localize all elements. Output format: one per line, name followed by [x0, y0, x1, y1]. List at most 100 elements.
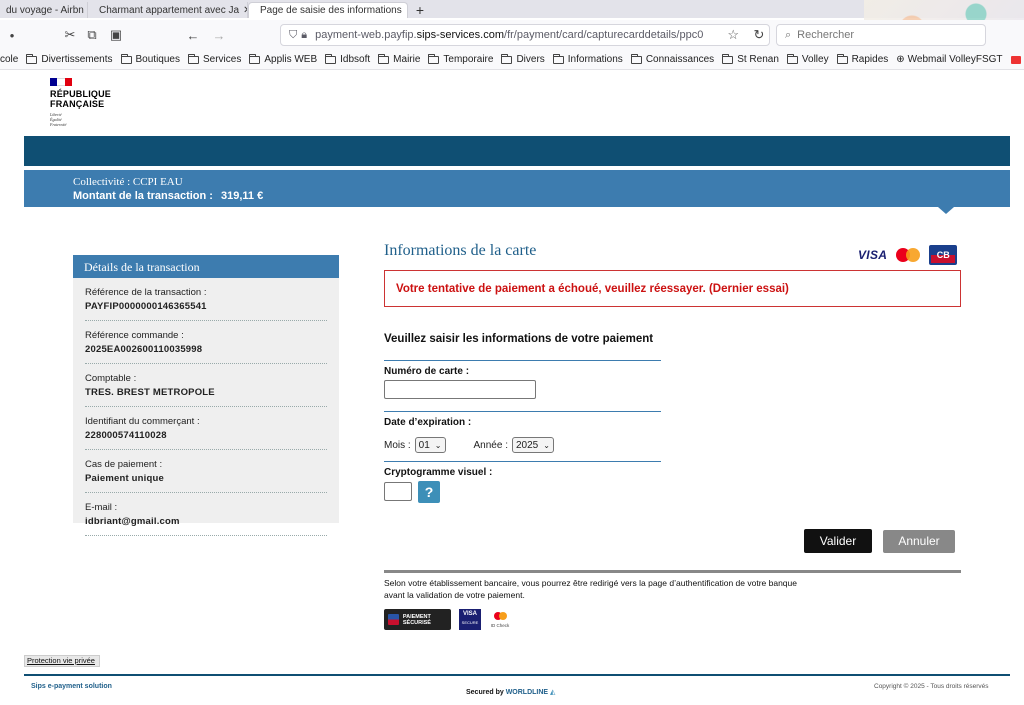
- folder-icon: [552, 53, 564, 64]
- new-tab-button[interactable]: +: [408, 2, 432, 18]
- copy-icon[interactable]: ⧉: [80, 27, 104, 43]
- footer-sips: Sips e-payment solution: [31, 683, 112, 690]
- paste-icon[interactable]: ▣: [104, 27, 128, 43]
- bookmark-item[interactable]: St Renan: [722, 53, 779, 65]
- mastercard-icon: [896, 248, 921, 262]
- cursor-icon: •: [9, 27, 15, 43]
- bookmark-label: Informations: [567, 54, 623, 65]
- address-bar[interactable]: ⛉ 🔒︎ payment-web.payfip. sips-services.co…: [280, 24, 770, 46]
- month-select[interactable]: 01 ⌄: [414, 437, 446, 453]
- card-info-title: Informations de la carte: [384, 242, 537, 259]
- url-prefix: payment-web.payfip.: [315, 29, 417, 41]
- year-select[interactable]: 2025 ⌄: [511, 437, 554, 453]
- collectivite: Collectivité : CCPI EAU: [73, 176, 183, 188]
- browser-nav-bar: • ✂ ⧉ ▣ ← → ⛉ 🔒︎ payment-web.payfip. sips…: [0, 20, 1024, 50]
- security-badges: PAIEMENT SÉCURISÉ VISA SECURE ID Check: [384, 609, 511, 630]
- globe-icon: ⊕: [896, 54, 905, 65]
- bookmark-item[interactable]: Idbsoft: [325, 53, 370, 65]
- folder-icon: [26, 53, 38, 64]
- footer-divider: [24, 674, 1010, 676]
- bookmark-label: Services: [202, 54, 242, 65]
- bookmark-item[interactable]: Services: [187, 53, 242, 65]
- bookmark-label: Webmail VolleyFSGT: [907, 54, 1003, 65]
- cb-icon: CB: [929, 245, 958, 265]
- cut-icon[interactable]: ✂: [58, 27, 82, 43]
- bookmark-item[interactable]: Temporaire: [428, 53, 493, 65]
- star-icon[interactable]: ☆: [727, 27, 739, 43]
- detail-value: 2025EA002600110035998: [85, 344, 203, 355]
- divider: [384, 570, 961, 573]
- bookmark-item[interactable]: ⊕ Webmail VolleyFSGT: [896, 54, 1002, 65]
- worldline-logo: WORLDLINE: [505, 689, 549, 696]
- detail-value: PAYFIP0000000146365541: [85, 301, 207, 312]
- flag-icon: [50, 78, 72, 86]
- privacy-link[interactable]: Protection vie privée: [24, 655, 100, 667]
- expiry-row: Mois : 01 ⌄ Année : 2025 ⌄: [384, 437, 554, 453]
- shield-icon: ⛉: [289, 28, 298, 41]
- detail-item: Identifiant du commerçant : 228000574110…: [85, 407, 327, 450]
- tab-payment[interactable]: Page de saisie des informations ✕: [248, 2, 408, 18]
- detail-item: Référence de la transaction : PAYFIP0000…: [85, 278, 327, 321]
- search-icon: ⌕: [785, 28, 792, 41]
- bookmark-item[interactable]: Boutiques: [120, 53, 180, 65]
- detail-value: Paiement unique: [85, 473, 165, 484]
- folder-icon: [836, 53, 848, 64]
- card-brands: VISA CB: [858, 245, 958, 265]
- divider: [384, 360, 661, 361]
- bookmark-label: Connaissances: [645, 54, 715, 65]
- forward-icon[interactable]: →: [207, 28, 231, 43]
- header-bar: [24, 136, 1010, 166]
- bookmark-item[interactable]: Divers: [501, 53, 545, 65]
- bookmark-item[interactable]: Mairie: [378, 53, 421, 65]
- chevron-down-icon: ⌄: [543, 440, 550, 450]
- visa-icon: VISA: [858, 248, 888, 262]
- bookmark-item[interactable]: Volley: [786, 53, 829, 65]
- bookmark-item[interactable]: Créer un custom post ...: [1010, 54, 1024, 65]
- bookmark-label: St Renan: [737, 54, 779, 65]
- detail-label: Comptable :: [85, 373, 137, 384]
- detail-item: E-mail : idbriant@gmail.com: [85, 493, 327, 536]
- card-number-input[interactable]: [384, 380, 536, 399]
- reload-icon[interactable]: ↻: [747, 27, 771, 43]
- folder-icon: [187, 53, 199, 64]
- detail-item: Cas de paiement : Paiement unique: [85, 450, 327, 493]
- amount-label: Montant de la transaction :: [73, 190, 213, 202]
- bookmark-label: Rapides: [851, 54, 889, 65]
- detail-value: TRES. BREST METROPOLE: [85, 387, 215, 398]
- lock-icon: 🔒︎: [301, 28, 308, 41]
- detail-value: idbriant@gmail.com: [85, 516, 180, 527]
- bookmark-label: Volley: [801, 54, 829, 65]
- detail-label: Référence de la transaction :: [85, 287, 207, 298]
- bookmark-item[interactable]: Connaissances: [630, 53, 715, 65]
- cvv-input[interactable]: [384, 482, 412, 501]
- divider: [384, 461, 661, 462]
- tab-title: Charmant appartement avec Ja: [99, 4, 240, 16]
- url-host: sips-services.com: [416, 29, 505, 41]
- bookmark-label: Boutiques: [135, 54, 180, 65]
- search-placeholder: Rechercher: [797, 29, 855, 41]
- url-path: /fr/payment/card/capturecarddetails/ppc0: [504, 29, 704, 41]
- folder-icon: [378, 53, 390, 64]
- close-icon[interactable]: ✕: [406, 5, 407, 16]
- bookmark-label: Mairie: [393, 54, 421, 65]
- back-icon[interactable]: ←: [181, 28, 205, 43]
- year-label: Année :: [473, 439, 508, 451]
- bookmark-item[interactable]: Rapides: [836, 53, 889, 65]
- bookmark-item[interactable]: Divertissements: [26, 53, 113, 65]
- search-input[interactable]: ⌕ Rechercher: [776, 24, 986, 46]
- tab-airbnb[interactable]: du voyage - Airbn ✕: [0, 2, 88, 18]
- folder-icon: [501, 53, 513, 64]
- bookmark-label: Applis WEB: [264, 54, 318, 65]
- mastercard-idcheck-badge: ID Check: [489, 611, 511, 628]
- cancel-button[interactable]: Annuler: [883, 530, 955, 553]
- cvv-label: Cryptogramme visuel :: [384, 467, 493, 478]
- bookmark-item[interactable]: Informations: [552, 53, 623, 65]
- tab-title: du voyage - Airbn: [6, 4, 84, 16]
- chevron-down-icon: ⌄: [434, 440, 442, 450]
- folder-icon: [722, 53, 734, 64]
- help-icon[interactable]: ?: [418, 481, 440, 503]
- submit-button[interactable]: Valider: [804, 529, 872, 553]
- bookmark-item[interactable]: Applis WEB: [249, 53, 318, 65]
- bookmark-item[interactable]: cole: [0, 54, 18, 65]
- tab-apartment[interactable]: Charmant appartement avec Ja ✕: [88, 2, 248, 18]
